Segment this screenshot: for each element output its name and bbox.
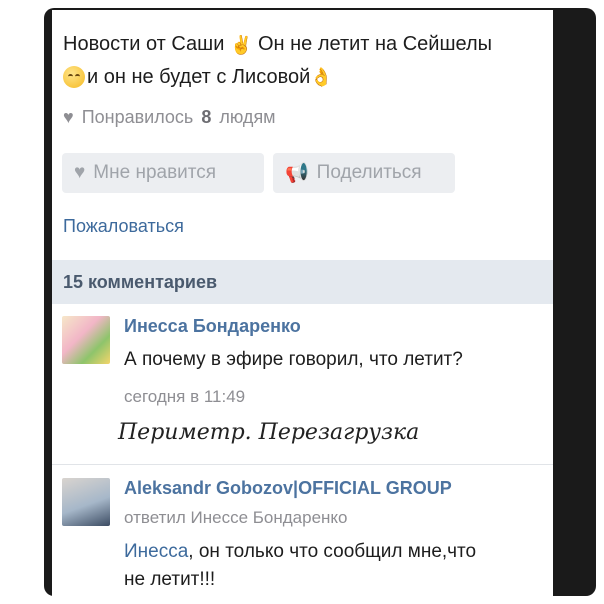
screen: Новости от Саши ✌ Он не летит на Сейшелы… <box>52 10 553 600</box>
reply-to[interactable]: ответил Инессе Бондаренко <box>124 508 348 528</box>
comments-header: 15 комментариев <box>52 260 553 304</box>
like-button[interactable]: ♥ Мне нравится <box>62 153 264 193</box>
ok-hand-icon: 👌 <box>310 67 333 88</box>
comment-author[interactable]: Инесса Бондаренко <box>124 316 301 337</box>
heart-icon: ♥ <box>63 107 74 127</box>
comment-text: Инесса, он только что сообщил мне,что не… <box>124 538 476 594</box>
post-line1-b: Он не летит на Сейшелы <box>257 33 493 55</box>
likes-suffix: людям <box>219 107 276 127</box>
victory-hand-icon: ✌ <box>229 34 253 55</box>
likes-count: 8 <box>201 107 212 127</box>
post-line1-a: Новости от Саши <box>63 33 225 55</box>
avatar[interactable] <box>62 316 110 364</box>
mention-link[interactable]: Инесса <box>124 541 188 562</box>
comment-author[interactable]: Aleksandr Gobozov|OFFICIAL GROUP <box>124 478 452 499</box>
share-button[interactable]: 📢 Поделиться <box>273 153 455 193</box>
megaphone-icon: 📢 <box>285 163 309 184</box>
comment-time[interactable]: сегодня в 11:49 <box>124 387 245 407</box>
likes-prefix: Понравилось <box>81 107 194 127</box>
report-link[interactable]: Пожаловаться <box>63 216 184 237</box>
comments-count: 15 комментариев <box>63 271 218 292</box>
divider <box>52 464 553 465</box>
avatar[interactable] <box>62 478 110 526</box>
post-text: Новости от Саши ✌ Он не летит на Сейшелы… <box>63 28 548 93</box>
comment-text-part2: не летит!!! <box>124 569 216 590</box>
like-button-label: Мне нравится <box>93 162 217 183</box>
comment-text: А почему в эфире говорил, что летит? <box>124 349 463 370</box>
likes-summary[interactable]: ♥ Понравилось 8 людям <box>63 107 276 128</box>
post-line2: и он не будет с Лисовой <box>87 65 311 88</box>
share-button-label: Поделиться <box>316 162 422 183</box>
heart-icon: ♥ <box>74 162 86 183</box>
comment-text-part1: , он только что сообщил мне,что <box>188 541 477 562</box>
watermark: Периметр. Перезагрузка <box>118 420 420 445</box>
smiling-face-icon <box>63 66 85 89</box>
